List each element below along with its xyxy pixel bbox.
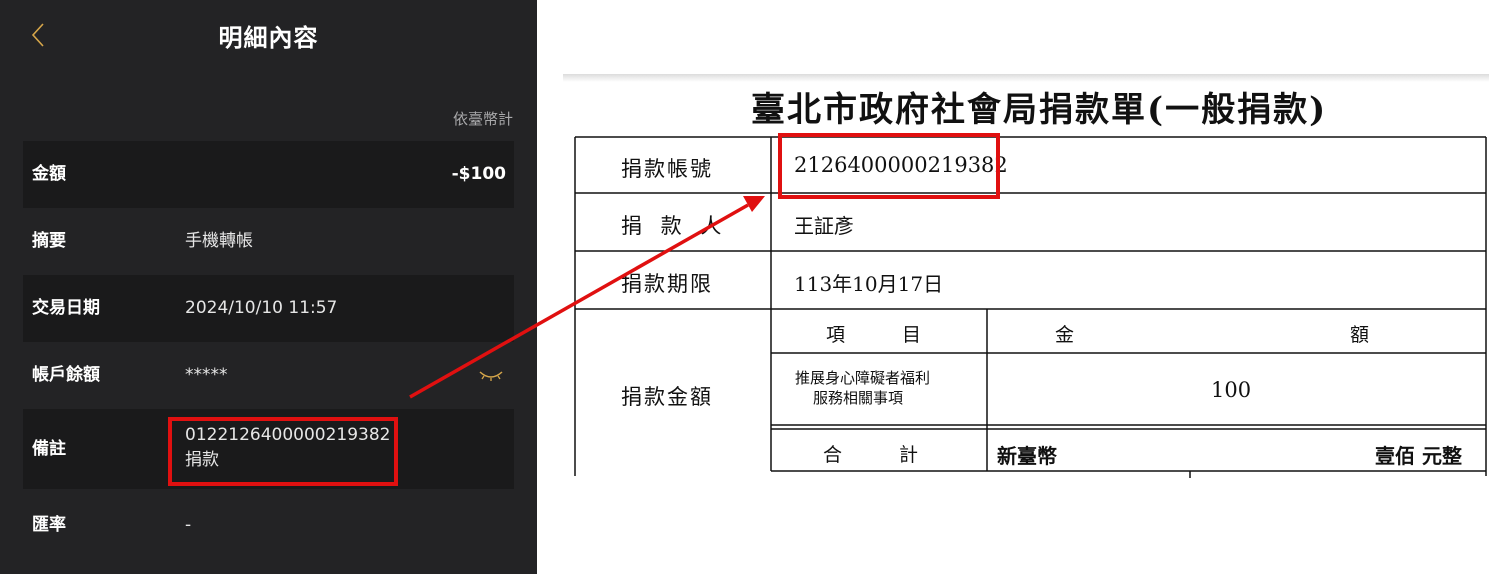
connecting-arrow-icon [409,196,765,399]
